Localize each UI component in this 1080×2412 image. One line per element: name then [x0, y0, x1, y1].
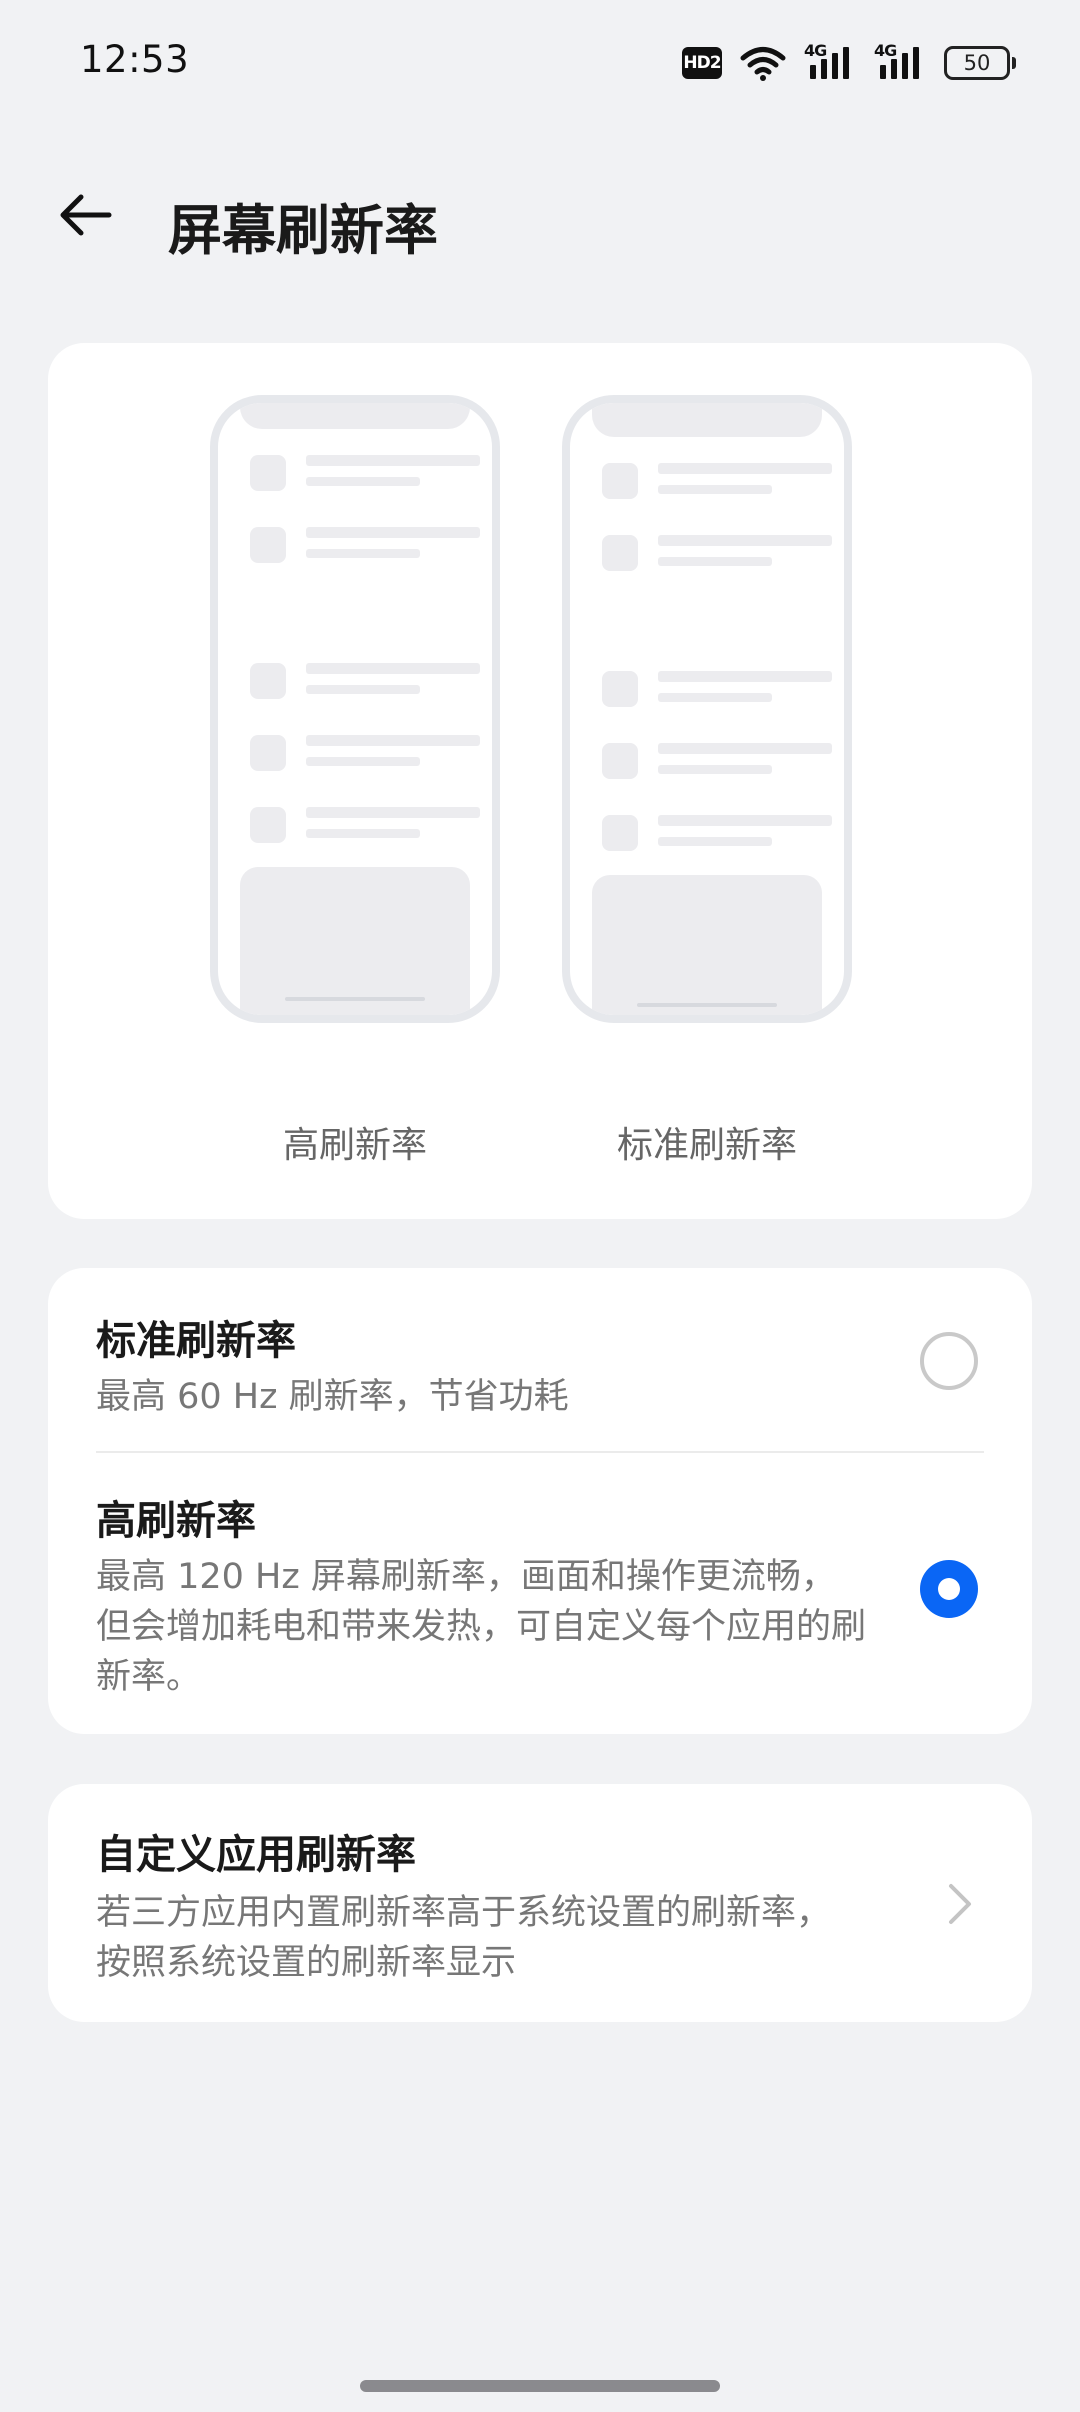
gesture-navigation-bar[interactable]: [360, 2380, 720, 2392]
high-refresh-radio[interactable]: [920, 1560, 978, 1618]
option-title: 高刷新率: [96, 1498, 256, 1544]
refresh-rate-options-card: 标准刷新率 最高 60 Hz 刷新率，节省功耗 高刷新率 最高 120 Hz 屏…: [48, 1268, 1032, 1734]
battery-level: 50: [963, 51, 991, 75]
high-refresh-phone-illustration: [210, 395, 500, 1023]
back-button[interactable]: [50, 180, 120, 250]
cellular-signal-2-icon: 4G: [874, 41, 926, 81]
arrow-left-icon: [60, 194, 112, 236]
cellular-signal-1-icon: 4G: [804, 41, 856, 81]
page-title: 屏幕刷新率: [168, 199, 438, 262]
screen: 12:53 HD2 4G 4G 50 屏幕刷新率 高刷新率 标准刷新率 标准刷新…: [0, 0, 1080, 2412]
status-time: 12:53: [80, 38, 190, 81]
status-icons: HD2 4G 4G 50: [682, 38, 1016, 88]
refresh-rate-preview-card: 高刷新率 标准刷新率: [48, 343, 1032, 1219]
custom-app-refresh-rate-item[interactable]: 自定义应用刷新率 若三方应用内置刷新率高于系统设置的刷新率，按照系统设置的刷新率…: [48, 1784, 1032, 2022]
preview-label-standard: 标准刷新率: [616, 1125, 797, 1166]
custom-app-refresh-title: 自定义应用刷新率: [96, 1832, 416, 1878]
wifi-icon: [740, 47, 786, 81]
option-description: 最高 120 Hz 屏幕刷新率，画面和操作更流畅，但会增加耗电和带来发热，可自定…: [96, 1557, 867, 1697]
hd-voice-icon: HD2: [682, 47, 722, 79]
chevron-right-icon: [940, 1876, 980, 1932]
battery-icon: 50: [944, 46, 1016, 80]
standard-refresh-phone-illustration: [562, 395, 852, 1023]
standard-refresh-radio[interactable]: [920, 1332, 978, 1390]
custom-app-refresh-description: 若三方应用内置刷新率高于系统设置的刷新率，按照系统设置的刷新率显示: [96, 1893, 832, 1983]
status-bar: 12:53 HD2 4G 4G 50: [0, 0, 1080, 124]
option-description: 最高 60 Hz 刷新率，节省功耗: [96, 1377, 569, 1417]
divider: [96, 1451, 984, 1453]
option-title: 标准刷新率: [96, 1318, 296, 1364]
preview-label-high: 高刷新率: [282, 1125, 427, 1166]
